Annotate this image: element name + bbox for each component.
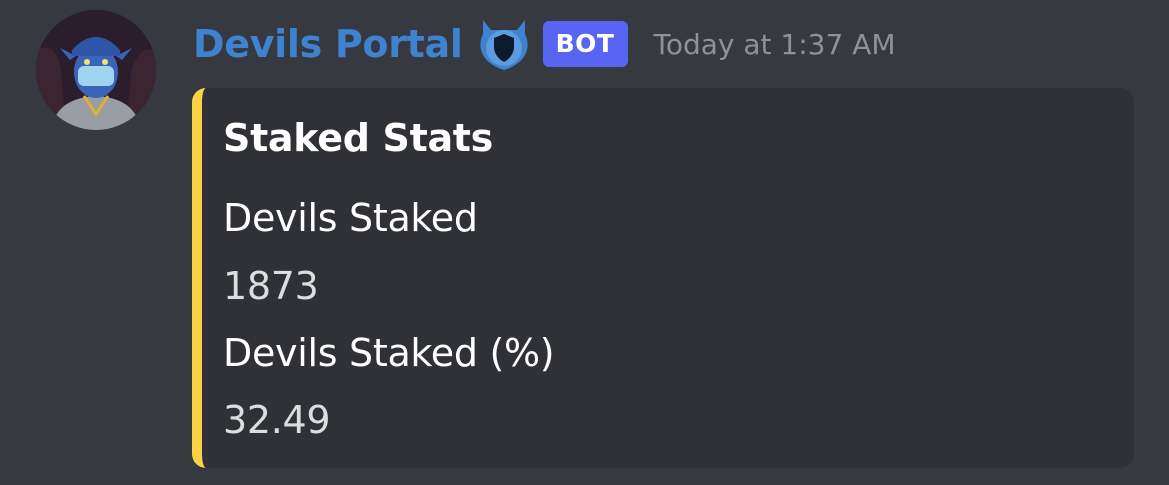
- message-header: Devils Portal BOT Today at 1:37 AM: [193, 14, 896, 74]
- timestamp[interactable]: Today at 1:37 AM: [654, 28, 896, 61]
- chat-message: Devils Portal BOT Today at 1:37 AM Stake…: [0, 0, 1169, 485]
- field-name-devils-staked: Devils Staked: [223, 196, 478, 240]
- field-value-devils-staked: 1873: [223, 264, 319, 308]
- field-value-devils-staked-percent: 32.49: [223, 398, 331, 442]
- devil-avatar-icon: [36, 10, 156, 130]
- avatar[interactable]: [36, 10, 156, 130]
- username[interactable]: Devils Portal: [193, 22, 463, 66]
- embed-title: Staked Stats: [223, 116, 493, 160]
- bot-tag: BOT: [542, 21, 628, 67]
- field-name-devils-staked-percent: Devils Staked (%): [223, 331, 555, 375]
- shield-icon[interactable]: [477, 16, 531, 72]
- embed: Staked Stats Devils Staked 1873 Devils S…: [192, 88, 1134, 468]
